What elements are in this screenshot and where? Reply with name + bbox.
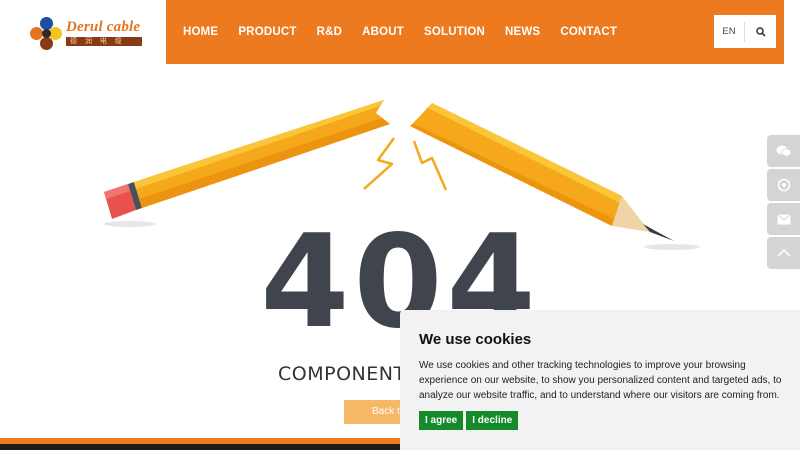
cookie-decline-button[interactable]: I decline bbox=[466, 411, 519, 430]
logo-text: Derul cable 德 润 电 缆 bbox=[66, 20, 142, 46]
cookie-agree-button[interactable]: I agree bbox=[419, 411, 464, 430]
nav-item-product[interactable]: PRODUCT bbox=[238, 26, 296, 38]
cookie-title: We use cookies bbox=[419, 331, 532, 348]
wechat-button[interactable] bbox=[767, 135, 800, 167]
wechat-icon bbox=[776, 145, 791, 157]
language-switch[interactable]: EN bbox=[714, 21, 745, 42]
whatsapp-icon bbox=[777, 178, 790, 192]
nav-item-solution[interactable]: SOLUTION bbox=[424, 26, 485, 38]
page: Derul cable 德 润 电 缆 HOME PRODUCT R&D ABO… bbox=[0, 0, 800, 450]
main-navbar: HOME PRODUCT R&D ABOUT SOLUTION NEWS CON… bbox=[166, 0, 784, 64]
cookie-buttons: I agree I decline bbox=[419, 411, 781, 430]
email-icon bbox=[776, 213, 791, 224]
nav-item-news[interactable]: NEWS bbox=[505, 26, 540, 38]
nav-item-contact[interactable]: CONTACT bbox=[560, 26, 617, 38]
logo-mark-icon bbox=[28, 15, 64, 51]
cookie-banner: We use cookies We use cookies and other … bbox=[400, 310, 800, 450]
brand-name: Derul cable bbox=[66, 19, 141, 35]
nav-item-about[interactable]: ABOUT bbox=[362, 26, 404, 38]
header-tools: EN bbox=[714, 15, 776, 48]
left-pencil-half bbox=[104, 100, 390, 219]
main-nav: HOME PRODUCT R&D ABOUT SOLUTION NEWS CON… bbox=[183, 0, 637, 64]
nav-item-home[interactable]: HOME bbox=[183, 26, 218, 38]
nav-item-rnd[interactable]: R&D bbox=[317, 26, 343, 38]
side-float-buttons bbox=[767, 135, 800, 271]
cookie-text: We use cookies and other tracking techno… bbox=[419, 360, 782, 401]
email-button[interactable] bbox=[767, 203, 800, 235]
search-icon bbox=[755, 26, 766, 37]
back-to-top-button[interactable] bbox=[767, 237, 800, 269]
whatsapp-button[interactable] bbox=[767, 169, 800, 201]
search-button[interactable] bbox=[745, 26, 776, 37]
back-to-top-icon bbox=[776, 249, 791, 257]
brand-subtitle: 德 润 电 缆 bbox=[66, 37, 142, 46]
brand-logo[interactable]: Derul cable 德 润 电 缆 bbox=[28, 14, 148, 52]
error-message: COMPONENT bbox=[278, 363, 406, 385]
